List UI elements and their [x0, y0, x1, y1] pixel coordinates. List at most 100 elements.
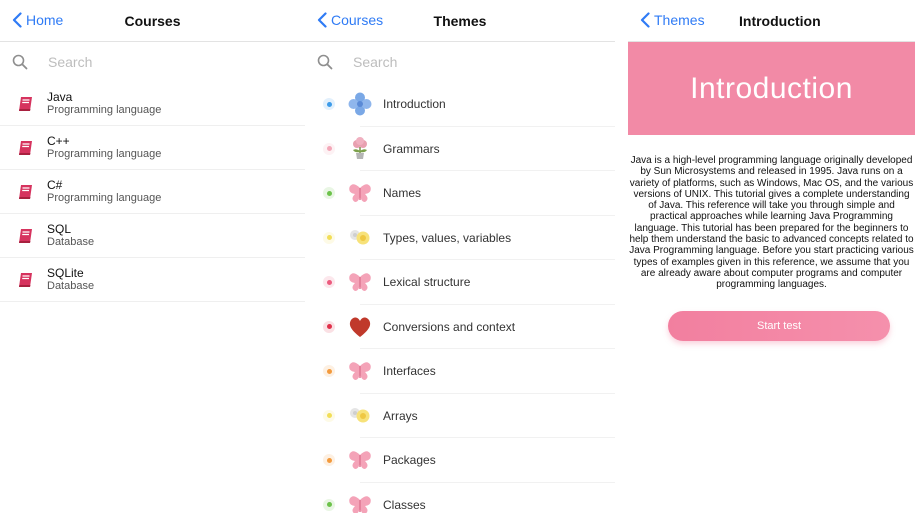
course-item[interactable]: C# Programming language [0, 170, 305, 214]
theme-item[interactable]: Arrays [305, 394, 615, 438]
status-dot [326, 235, 332, 241]
course-text: SQL Database [47, 221, 95, 249]
book-icon [19, 96, 32, 111]
book-icon [19, 184, 32, 199]
book-icon [19, 228, 32, 243]
page-title: Courses [124, 13, 181, 29]
theme-item[interactable]: Grammars [305, 127, 615, 171]
yellow-flower-icon [350, 229, 370, 245]
introduction-navbar: Themes Introduction [628, 0, 915, 42]
theme-icon-wrap [347, 403, 373, 429]
course-item[interactable]: Java Programming language [0, 82, 305, 126]
search-icon [12, 54, 28, 70]
introduction-screen: Themes Introduction Introduction Java is… [628, 0, 915, 513]
book-icon [19, 140, 32, 155]
theme-item[interactable]: Packages [305, 438, 615, 483]
theme-item[interactable]: Classes [305, 483, 615, 513]
theme-icon-wrap [347, 269, 373, 295]
theme-icon-wrap [347, 136, 373, 162]
pink-butterfly-icon [349, 496, 371, 513]
search-input[interactable] [353, 54, 553, 70]
theme-icon-wrap [347, 492, 373, 513]
course-name: C++ [47, 133, 70, 148]
status-dot-ring [323, 98, 335, 111]
theme-label: Grammars [383, 141, 440, 156]
course-text: SQLite Database [47, 265, 95, 293]
theme-icon-wrap [347, 225, 373, 251]
course-subtitle: Programming language [47, 147, 162, 160]
theme-label: Conversions and context [383, 319, 516, 334]
course-subtitle: Database [47, 235, 95, 248]
start-test-button[interactable]: Start test [668, 310, 890, 341]
courses-navbar: Home Courses [0, 0, 305, 42]
status-dot [326, 190, 332, 196]
status-dot-ring [323, 498, 335, 511]
search-icon [317, 54, 333, 70]
theme-list: Introduction Grammars Names Types, values, … [305, 82, 615, 513]
theme-label: Lexical structure [383, 275, 471, 290]
theme-label: Packages [383, 453, 436, 468]
theme-item[interactable]: Conversions and context [305, 305, 615, 349]
theme-icon-wrap [347, 314, 373, 340]
pink-butterfly-icon [349, 451, 371, 470]
status-dot [326, 279, 332, 285]
status-dot [326, 146, 332, 152]
course-text: C++ Programming language [47, 133, 162, 161]
course-name: Java [47, 89, 73, 104]
status-dot [326, 324, 332, 330]
theme-icon-wrap [347, 91, 373, 117]
pink-butterfly-icon [349, 362, 371, 381]
status-dot-ring [323, 409, 335, 422]
courses-screen: Home Courses JavaProgramming languageC++… [0, 0, 305, 513]
search-bar [305, 42, 615, 82]
banner-title: Introduction [690, 71, 853, 105]
status-dot [326, 101, 332, 107]
status-dot-ring [323, 320, 335, 333]
search-input[interactable] [48, 54, 248, 70]
theme-item[interactable]: Introduction [305, 82, 615, 127]
page-title: Introduction [739, 13, 821, 29]
status-dot-ring [323, 454, 335, 467]
course-subtitle: Programming language [47, 191, 162, 204]
status-dot-ring [323, 231, 335, 244]
status-dot-ring [323, 365, 335, 378]
blue-flower-icon [348, 92, 372, 116]
theme-label: Classes [383, 497, 426, 512]
theme-item[interactable]: Lexical structure [305, 260, 615, 305]
course-subtitle: Programming language [47, 103, 162, 116]
course-name: SQLite [47, 265, 84, 280]
course-subtitle: Database [47, 279, 95, 292]
status-dot [326, 457, 332, 463]
status-dot [326, 413, 332, 419]
status-dot [326, 502, 332, 508]
course-text: Java Programming language [47, 89, 162, 117]
theme-icon-wrap [347, 180, 373, 206]
course-item[interactable]: SQL Database [0, 214, 305, 258]
course-text: C# Programming language [47, 178, 162, 205]
theme-item[interactable]: Types, values, variables [305, 216, 615, 260]
status-dot-ring [323, 142, 335, 155]
themes-navbar: Courses Themes [305, 0, 615, 42]
theme-label: Names [383, 186, 422, 201]
intro-body-text: Java is a high-level programming languag… [629, 155, 914, 291]
theme-label: Introduction [383, 97, 446, 112]
yellow-flower-icon [350, 407, 370, 423]
theme-item[interactable]: Interfaces [305, 349, 615, 394]
book-icon [19, 272, 32, 287]
theme-icon-wrap [347, 358, 373, 384]
course-item[interactable]: C++ Programming language [0, 126, 305, 170]
theme-label: Types, values, variables [383, 230, 512, 245]
themes-screen: Courses Themes Introduction Grammars Names… [305, 0, 615, 513]
course-name: SQL [47, 221, 72, 236]
heart-icon [349, 317, 371, 337]
theme-item[interactable]: Names [305, 171, 615, 216]
pink-butterfly-icon [349, 273, 371, 292]
pink-butterfly-icon [349, 184, 371, 203]
status-dot [326, 368, 332, 374]
theme-label: Interfaces [383, 364, 436, 379]
intro-banner: Introduction [628, 42, 915, 135]
course-item[interactable]: SQLite Database [0, 258, 305, 302]
potted-flower-icon [353, 136, 367, 159]
theme-icon-wrap [347, 447, 373, 473]
search-bar [0, 42, 305, 82]
